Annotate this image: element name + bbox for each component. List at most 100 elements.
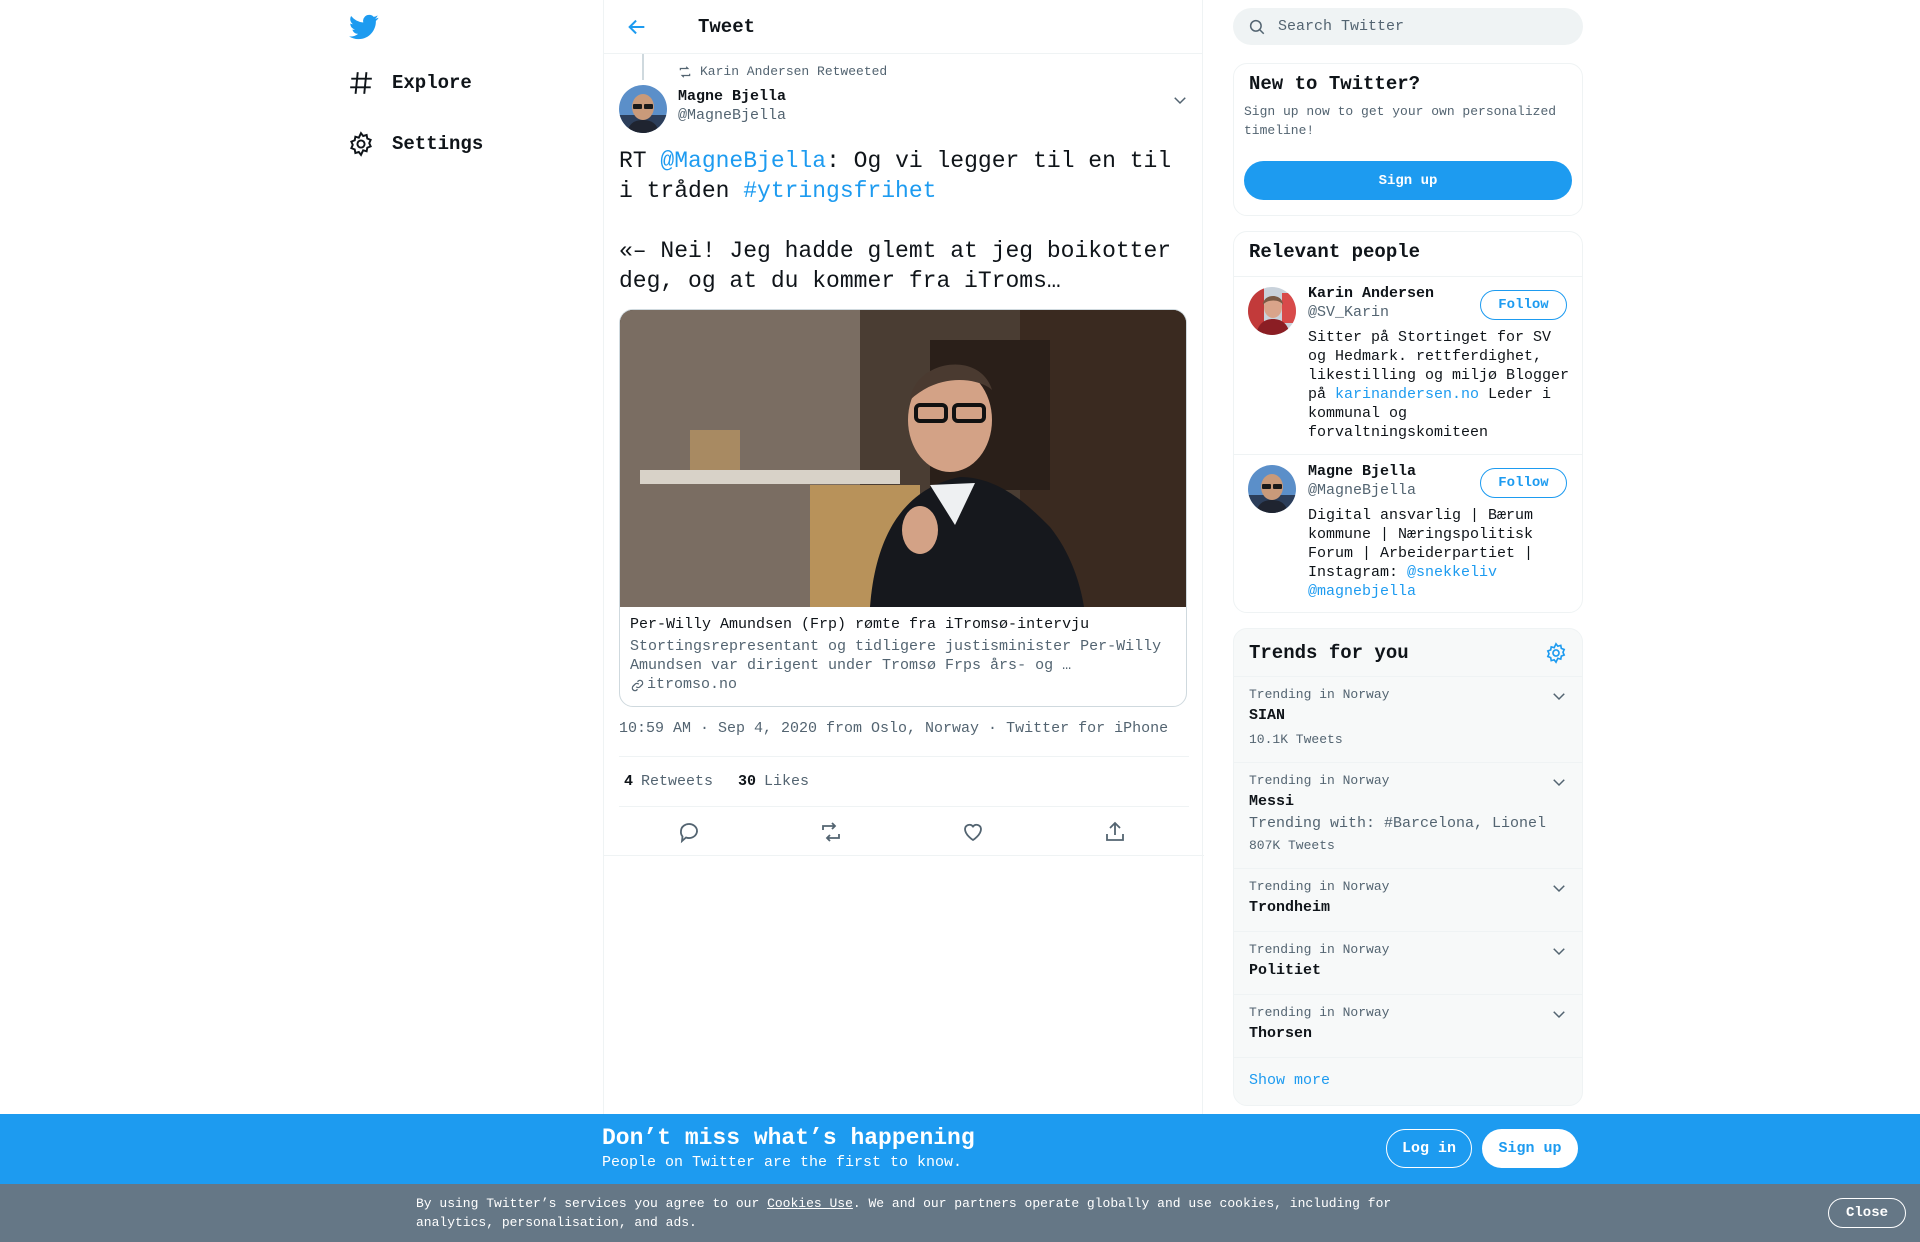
retweet-action-icon[interactable]: [819, 820, 843, 844]
trends-title: Trends for you: [1249, 641, 1409, 664]
person-avatar[interactable]: [1248, 287, 1296, 335]
new-to-twitter-description: Sign up now to get your own personalized…: [1244, 104, 1557, 138]
likes-label: Likes: [764, 773, 810, 790]
signup-banner: Don’t miss what’s happening People on Tw…: [0, 1114, 1920, 1184]
banner-subtitle: People on Twitter are the first to know.: [602, 1154, 963, 1171]
chevron-down-icon[interactable]: [1550, 879, 1568, 897]
trend-name: SIAN: [1249, 707, 1286, 724]
cookie-close-button[interactable]: Close: [1828, 1198, 1906, 1228]
twitter-logo-icon[interactable]: [348, 12, 380, 42]
tweet-text: RT @MagneBjella: Og vi legger til en til…: [619, 146, 1189, 296]
trend-name: Politiet: [1249, 962, 1322, 979]
trend-item[interactable]: Trending in Norway Messi Trending with: …: [1234, 762, 1582, 868]
retweets-stat[interactable]: 4 Retweets: [619, 773, 713, 790]
signup-button[interactable]: Sign up: [1244, 161, 1572, 200]
trend-name: Thorsen: [1249, 1025, 1313, 1042]
card-domain: itromso.no: [630, 675, 1176, 695]
main-column: Tweet Karin Andersen Retweeted Magne Bje…: [603, 0, 1204, 1114]
tweet-stats: 4 Retweets 30 Likes: [619, 756, 1189, 807]
trend-context: Trending in Norway: [1249, 687, 1390, 702]
link-card[interactable]: Per-Willy Amundsen (Frp) rømte fra iTrom…: [619, 309, 1187, 707]
back-arrow-icon[interactable]: [626, 16, 648, 38]
author-handle[interactable]: @MagneBjella: [678, 107, 786, 124]
nav-explore[interactable]: Explore: [348, 70, 472, 96]
trends-panel: Trends for you Trending in Norway SIAN 1…: [1233, 628, 1583, 1106]
tweet-actions: [604, 807, 1204, 856]
login-button[interactable]: Log in: [1386, 1129, 1472, 1168]
share-icon[interactable]: [1103, 820, 1127, 844]
search-input[interactable]: [1278, 18, 1568, 35]
gear-icon[interactable]: [1545, 641, 1567, 664]
card-image: [620, 310, 1186, 607]
retweeted-by-label: Karin Andersen Retweeted: [700, 64, 888, 79]
trend-name: Messi: [1249, 793, 1295, 810]
trend-count: 10.1K Tweets: [1249, 732, 1343, 747]
follow-button[interactable]: Follow: [1480, 290, 1567, 320]
person-name[interactable]: Karin Andersen: [1308, 285, 1434, 302]
thread-line: [642, 54, 644, 80]
card-domain-label: itromso.no: [647, 676, 738, 693]
show-more-link[interactable]: Show more: [1234, 1057, 1582, 1103]
follow-button[interactable]: Follow: [1480, 468, 1567, 498]
trend-item[interactable]: Trending in Norway Politiet: [1234, 931, 1582, 994]
retweet-context[interactable]: Karin Andersen Retweeted: [678, 64, 887, 79]
trend-context: Trending in Norway: [1249, 773, 1390, 788]
tweet-text-rest: «– Nei! Jeg hadde glemt at jeg boikotter…: [619, 238, 1172, 294]
nav-settings[interactable]: Settings: [348, 131, 483, 157]
tweet-timestamp[interactable]: 10:59 AM · Sep 4, 2020 from Oslo, Norway…: [619, 720, 1168, 737]
person-handle[interactable]: @MagneBjella: [1308, 482, 1416, 499]
person-card[interactable]: Karin Andersen @SV_Karin Follow Sitter p…: [1234, 277, 1582, 455]
trends-header: Trends for you: [1234, 629, 1582, 676]
cookies-use-link[interactable]: Cookies Use: [767, 1196, 853, 1211]
retweets-label: Retweets: [641, 773, 714, 790]
likes-stat[interactable]: 30 Likes: [733, 773, 809, 790]
trend-context: Trending in Norway: [1249, 1005, 1390, 1020]
person-bio-link[interactable]: karinandersen.no: [1335, 386, 1479, 403]
new-to-twitter-panel: New to Twitter? Sign up now to get your …: [1233, 63, 1583, 216]
heart-icon[interactable]: [961, 820, 985, 844]
likes-count: 30: [738, 773, 757, 790]
search-icon: [1249, 19, 1265, 34]
trend-context: Trending in Norway: [1249, 879, 1390, 894]
chevron-down-icon[interactable]: [1550, 687, 1568, 705]
new-to-twitter-title: New to Twitter?: [1249, 73, 1421, 95]
banner-signup-button[interactable]: Sign up: [1482, 1129, 1578, 1168]
chevron-down-icon[interactable]: [1550, 942, 1568, 960]
chevron-down-icon[interactable]: [1171, 91, 1189, 109]
trend-item[interactable]: Trending in Norway SIAN 10.1K Tweets: [1234, 676, 1582, 762]
trend-context: Trending in Norway: [1249, 942, 1390, 957]
tweet-mention-link[interactable]: @MagneBjella: [660, 148, 826, 174]
author-avatar-image: [619, 85, 667, 133]
trend-with: Trending with: #Barcelona, Lionel: [1249, 815, 1547, 832]
chevron-down-icon[interactable]: [1550, 1005, 1568, 1023]
banner-title: Don’t miss what’s happening: [602, 1125, 975, 1151]
relevant-people-title: Relevant people: [1234, 232, 1582, 277]
chevron-down-icon[interactable]: [1550, 773, 1568, 791]
nav-explore-label: Explore: [392, 72, 472, 94]
karin-avatar-image: [1248, 287, 1296, 335]
person-bio-link-2[interactable]: @magnebjella: [1308, 583, 1416, 600]
tweet-text-prefix: RT: [619, 148, 661, 174]
person-bio: Sitter på Stortinget for SV og Hedmark. …: [1308, 328, 1573, 442]
person-card[interactable]: Magne Bjella @MagneBjella Follow Digital…: [1234, 455, 1582, 612]
trend-item[interactable]: Trending in Norway Trondheim: [1234, 868, 1582, 931]
trend-item[interactable]: Trending in Norway Thorsen: [1234, 994, 1582, 1057]
trend-name: Trondheim: [1249, 899, 1331, 916]
person-avatar[interactable]: [1248, 465, 1296, 513]
tweet-author: Magne Bjella @MagneBjella: [619, 85, 1189, 135]
search-box[interactable]: [1233, 8, 1583, 45]
link-icon: [631, 679, 644, 691]
person-name[interactable]: Magne Bjella: [1308, 463, 1416, 480]
author-avatar[interactable]: [619, 85, 667, 133]
magne-avatar-image: [1248, 465, 1296, 513]
card-title: Per-Willy Amundsen (Frp) rømte fra iTrom…: [630, 616, 1090, 633]
tweet-hashtag-link[interactable]: #ytringsfrihet: [743, 178, 936, 204]
author-name[interactable]: Magne Bjella: [678, 88, 786, 105]
person-bio-link[interactable]: @snekkeliv: [1407, 564, 1497, 581]
trend-count: 807K Tweets: [1249, 838, 1335, 853]
hashtag-icon: [350, 72, 372, 94]
reply-icon[interactable]: [677, 820, 701, 844]
cookie-text-before: By using Twitter’s services you agree to…: [416, 1196, 768, 1211]
person-handle[interactable]: @SV_Karin: [1308, 304, 1389, 321]
nav-settings-label: Settings: [392, 133, 484, 155]
